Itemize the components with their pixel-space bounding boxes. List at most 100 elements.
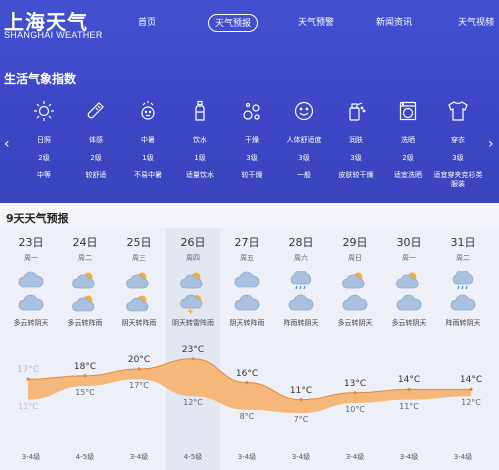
- life-index-desc: 一般: [297, 171, 311, 179]
- forecast-date: 29日: [342, 236, 368, 249]
- life-index-item[interactable]: 干燥 3级 较干燥: [226, 95, 278, 180]
- forecast-day[interactable]: 28日 周六 阵雨转阴天: [274, 228, 328, 328]
- wind-level: 4-5级: [75, 453, 95, 461]
- life-index-desc: 适宜穿夹克衫类服装: [433, 171, 483, 188]
- forecast-weather-text: 阴天转阵雨: [121, 319, 157, 327]
- life-index-level: 3级: [246, 154, 258, 162]
- cloudy-icon: [382, 294, 436, 314]
- wind-level: 3-4级: [291, 453, 311, 461]
- cloudy-icon: [220, 294, 274, 314]
- rain-icon: [436, 271, 490, 291]
- high-temp-label: 14°C: [459, 375, 483, 386]
- life-index-level: 2级: [402, 154, 414, 162]
- cloudy-icon: [436, 294, 490, 314]
- wind-level: 4-5级: [183, 453, 203, 461]
- partly-cloudy-icon: [112, 271, 166, 291]
- forecast-day[interactable]: 31日 周二 阵雨转阴天: [436, 228, 490, 328]
- forecast-date: 24日: [72, 236, 98, 249]
- nav-warning[interactable]: 天气预警: [298, 14, 334, 32]
- dryness-icon: [226, 95, 278, 127]
- low-temp-label: 7°C: [293, 415, 309, 425]
- forecast-weather-text: 多云转阵雨: [67, 319, 103, 327]
- high-temp-label: 20°C: [127, 355, 151, 365]
- prev-arrow-icon[interactable]: ‹: [4, 136, 10, 152]
- life-index-desc: 不易中暑: [134, 171, 162, 179]
- life-index-item[interactable]: 穿衣 3级 适宜穿夹克衫类服装: [432, 95, 484, 189]
- moisturize-icon: [330, 95, 382, 127]
- life-index-desc: 中等: [37, 171, 51, 179]
- forecast-day[interactable]: 24日周二多云转阵雨: [58, 228, 112, 328]
- low-temp-label: 11°C: [399, 401, 419, 411]
- wind-level: 3-4级: [21, 453, 41, 461]
- forecast-weather-text: 多云转阴天: [391, 319, 427, 327]
- smile-icon: [278, 95, 330, 127]
- sun-icon: [18, 95, 70, 127]
- life-index-level: 3级: [452, 154, 464, 162]
- forecast-date: 27日: [234, 236, 260, 249]
- partly-cloudy-icon: [166, 271, 220, 291]
- low-temp-label: 15°C: [75, 388, 95, 397]
- water-bottle-icon: [174, 95, 226, 127]
- forecast-weather-text: 多云转阴天: [337, 319, 373, 327]
- washing-machine-icon: [382, 95, 434, 127]
- nav-home[interactable]: 首页: [138, 14, 156, 32]
- forecast-day[interactable]: 29日周日多云转阴天: [328, 228, 382, 328]
- forecast-weekday: 周一: [24, 254, 38, 262]
- cloudy-icon: [4, 271, 58, 291]
- partly-cloudy-icon: [58, 271, 112, 291]
- forecast-weekday: 周一: [402, 254, 416, 262]
- forecast-day[interactable]: 27日 周五 阴天转阵雨: [220, 228, 274, 328]
- forecast-day[interactable]: 23日 周一 多云转阴天: [4, 228, 58, 328]
- forecast-day[interactable]: 30日 周一 多云转阴天: [382, 228, 436, 328]
- life-index-item[interactable]: 润肤 3级 皮肤较干燥: [330, 95, 382, 180]
- forecast-weekday: 周日: [348, 254, 362, 262]
- forecast-date: 23日: [18, 236, 44, 249]
- partly-cloudy-icon: [382, 271, 436, 291]
- nav-news[interactable]: 新闻资讯: [376, 14, 412, 32]
- thermometer-icon: [70, 95, 122, 127]
- high-temp-label: 17°C: [16, 365, 40, 376]
- wind-level: 3-4级: [237, 453, 257, 461]
- life-index-list: 日照 2级 中等 体感 2级 较舒适 中暑 1级 不易中暑 饮水 1级 适量饮水…: [18, 95, 483, 188]
- forecast-weekday: 周二: [456, 254, 470, 262]
- low-temp-label: 17°C: [129, 381, 149, 391]
- nav-forecast[interactable]: 天气预报: [208, 14, 259, 32]
- forecast-date: 25日: [126, 236, 152, 249]
- site-logo-en: SHANGHAI WEATHER: [4, 30, 103, 40]
- forecast-date: 26日: [180, 236, 206, 249]
- life-index-item[interactable]: 饮水 1级 适量饮水: [174, 95, 226, 180]
- low-temp-label: 8°C: [239, 411, 255, 421]
- wind-level: 3-4级: [129, 453, 149, 461]
- life-index-level: 3级: [298, 154, 310, 162]
- forecast-weekday: 周六: [294, 254, 308, 262]
- life-index-item[interactable]: 体感 2级 较舒适: [70, 95, 122, 180]
- life-index-name: 体感: [89, 136, 103, 144]
- low-temp-label: 11°C: [18, 401, 38, 411]
- wind-level: 3-4级: [345, 453, 365, 461]
- life-index-item[interactable]: 洗晒 2级 适宜洗晒: [382, 95, 434, 180]
- partly-cloudy-icon: [58, 294, 112, 314]
- high-temp-label: 23°C: [181, 344, 205, 355]
- next-arrow-icon[interactable]: ›: [488, 136, 494, 152]
- forecast-day[interactable]: 25日 周三 阴天转阵雨: [112, 228, 166, 328]
- cloudy-icon: [220, 271, 274, 291]
- life-index-title: 生活气象指数: [4, 72, 77, 86]
- life-index-name: 润肤: [349, 136, 363, 144]
- low-temp-label: 12°C: [461, 398, 481, 408]
- life-index-level: 2级: [90, 154, 102, 162]
- life-index-item[interactable]: 中暑 1级 不易中暑: [122, 95, 174, 180]
- life-index-level: 3级: [350, 154, 362, 162]
- forecast-weather-text: 阴天转阵雨: [229, 319, 265, 327]
- forecast-weekday: 周二: [78, 254, 92, 262]
- nav-video[interactable]: 天气视频: [458, 14, 494, 32]
- life-index-name: 中暑: [141, 136, 155, 144]
- life-index-item[interactable]: 日照 2级 中等: [18, 95, 70, 180]
- cloudy-icon: [4, 294, 58, 314]
- high-temp-label: 13°C: [343, 378, 367, 389]
- forecast-weather-text: 阴天转雷阵雨: [172, 319, 214, 327]
- partly-cloudy-icon: [112, 294, 166, 314]
- life-index-item[interactable]: 人体舒适度 3级 一般: [278, 95, 330, 180]
- life-index-desc: 适量饮水: [186, 171, 214, 179]
- life-index-name: 穿衣: [451, 136, 465, 144]
- forecast-weather-text: 阵雨转阴天: [445, 319, 481, 327]
